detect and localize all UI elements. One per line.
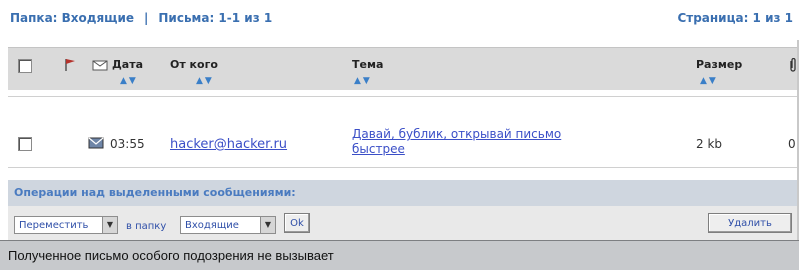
subject-link-line1[interactable]: Давай, бублик, открывай письмо [352,127,561,141]
letters-count: Письма: 1-1 из 1 [158,11,273,25]
folder-select[interactable]: Входящие ▼ [180,216,276,234]
chevron-down-icon: ▼ [102,217,117,233]
header-subject[interactable]: Тема [352,58,383,71]
action-select-value: Переместить [19,220,89,231]
message-checkbox[interactable] [18,137,32,151]
mail-client: Папка: Входящие | Письма: 1-1 из 1 Страниц… [0,0,799,240]
operations-title: Операции над выделенными сообщениями: [14,186,296,199]
header-date[interactable]: Дата [112,58,143,71]
caption-text: Полученное письмо особого подозрения не … [8,248,334,263]
attachment-count: 0 [788,137,796,151]
read-status-icon[interactable] [92,59,108,71]
envelope-icon [88,137,104,149]
action-select[interactable]: Переместить ▼ [14,216,118,234]
sender-link[interactable]: hacker@hacker.ru [170,137,287,152]
sort-from[interactable]: ▲▼ [196,76,214,86]
sort-date[interactable]: ▲▼ [120,76,138,86]
select-all-checkbox[interactable] [18,59,32,73]
separator: | [144,11,149,25]
to-folder-label: в папку [126,221,167,232]
folder-label: Папка: Входящие [10,11,134,25]
mailbox-status-bar: Папка: Входящие | Письма: 1-1 из 1 Страниц… [0,0,799,38]
folder-select-value: Входящие [185,220,239,231]
header-from[interactable]: От кого [170,58,218,71]
subject-link-line2[interactable]: быстрее [352,142,405,156]
operations-bar: Переместить ▼ в папку Входящие ▼ Ok Удал… [8,206,799,240]
chevron-down-icon: ▼ [260,217,275,233]
sort-size[interactable]: ▲▼ [700,76,718,86]
folder-info: Папка: Входящие | Письма: 1-1 из 1 [10,11,272,25]
table-header: Дата От кого Тема Размер ▲▼ ▲▼ ▲▼ ▲▼ [8,47,799,90]
page-indicator: Страница: 1 из 1 [677,11,793,25]
figure-caption: Полученное письмо особого подозрения не … [0,240,799,270]
ok-button[interactable]: Ok [284,213,310,233]
operations-title-bar: Операции над выделенными сообщениями: [8,180,799,206]
delete-button[interactable]: Удалить [708,213,792,233]
sort-subject[interactable]: ▲▼ [354,76,372,86]
flag-icon[interactable] [63,58,77,72]
header-size[interactable]: Размер [696,58,742,71]
message-size: 2 kb [696,137,723,151]
message-time: 03:55 [110,137,145,151]
table-row[interactable]: 03:55 hacker@hacker.ru Давай, бублик, от… [8,96,799,168]
